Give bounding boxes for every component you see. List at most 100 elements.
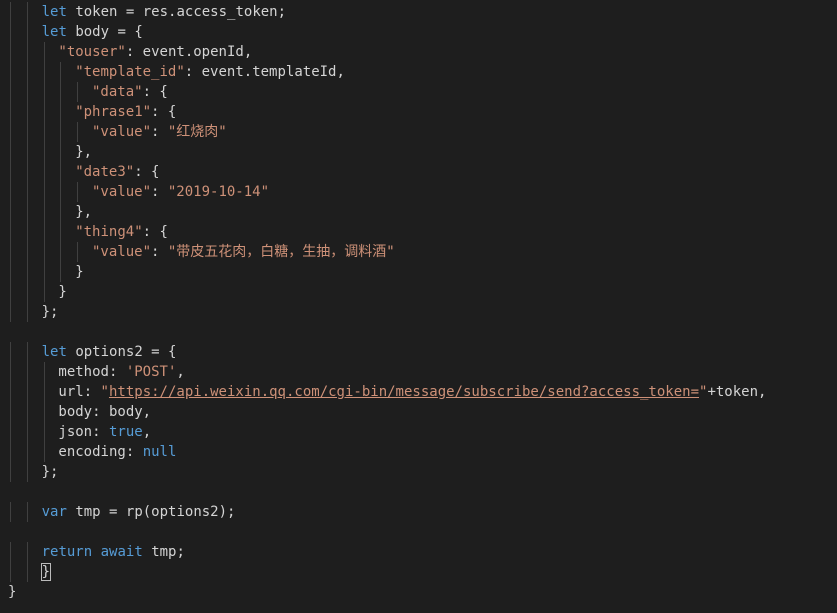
code-line[interactable]: };: [42, 462, 59, 482]
indent-guide: [43, 382, 45, 402]
code-line[interactable]: let options2 = {: [42, 342, 177, 362]
indent-guide: [43, 162, 45, 182]
indent-guide: [26, 542, 28, 562]
code-token: : event.openId,: [125, 44, 253, 60]
code-line[interactable]: },: [75, 142, 92, 162]
indent-guide: [26, 202, 28, 222]
indent-guide: [26, 442, 28, 462]
code-editor[interactable]: let token = res.access_token; let body = …: [0, 0, 837, 613]
indent-guide: [10, 562, 11, 582]
indent-guide: [10, 462, 11, 482]
indent-guide: [10, 102, 11, 122]
code-line[interactable]: encoding: null: [58, 442, 176, 462]
indent-guide: [43, 222, 45, 242]
indent-guide: [10, 542, 11, 562]
code-token: method: [58, 364, 109, 380]
indent-guide: [26, 462, 28, 482]
code-line[interactable]: url: "https://api.weixin.qq.com/cgi-bin/…: [58, 382, 766, 402]
indent-guide: [43, 142, 45, 162]
code-token: }: [75, 264, 84, 280]
code-line[interactable]: }: [58, 282, 66, 302]
code-token: token = res.access_token;: [66, 4, 287, 20]
indent-guide: [60, 182, 62, 202]
code-token: true: [108, 424, 143, 440]
code-line[interactable]: var tmp = rp(options2);: [42, 502, 236, 522]
indent-guide: [10, 142, 11, 162]
code-token: body: [58, 404, 93, 420]
indent-guide: [10, 442, 11, 462]
indent-guide: [77, 82, 79, 102]
indent-guide: [26, 362, 28, 382]
code-line[interactable]: method: 'POST',: [58, 362, 184, 382]
indent-guide: [77, 182, 79, 202]
code-line[interactable]: return await tmp;: [42, 542, 185, 562]
code-line[interactable]: let token = res.access_token;: [42, 2, 286, 22]
code-line[interactable]: "value": "带皮五花肉，白糖，生抽，调料酒": [92, 242, 395, 262]
indent-guide: [10, 502, 11, 522]
indent-guide: [26, 262, 28, 282]
code-line[interactable]: "date3": {: [75, 162, 159, 182]
indent-guide: [26, 502, 28, 522]
code-token: ,: [176, 364, 185, 380]
indent-guide: [26, 342, 28, 362]
code-token: };: [41, 464, 59, 480]
code-token: "value": [92, 184, 152, 200]
indent-guide: [26, 82, 28, 102]
indent-guide: [43, 202, 45, 222]
code-line[interactable]: "touser": event.openId,: [58, 42, 252, 62]
code-token: }: [8, 584, 17, 600]
code-token: return: [41, 544, 93, 560]
code-token: "红烧肉": [167, 124, 227, 140]
code-line[interactable]: "value": "2019-10-14": [92, 182, 269, 202]
indent-guide: [10, 362, 11, 382]
indent-guide: [10, 122, 11, 142]
code-token: "data": [92, 84, 143, 100]
code-line[interactable]: body: body,: [58, 402, 151, 422]
code-line[interactable]: }: [8, 582, 16, 602]
indent-guide: [60, 202, 62, 222]
code-line[interactable]: }: [40, 562, 52, 582]
indent-guide: [43, 62, 45, 82]
code-line[interactable]: };: [42, 302, 59, 322]
indent-guide: [60, 62, 62, 82]
indent-guide: [10, 222, 11, 242]
code-line[interactable]: json: true,: [58, 422, 151, 442]
code-token: : {: [151, 104, 177, 120]
code-line[interactable]: "phrase1": {: [75, 102, 176, 122]
code-line[interactable]: }: [75, 262, 83, 282]
code-line[interactable]: "thing4": {: [75, 222, 168, 242]
indent-guide: [10, 262, 11, 282]
code-token: :: [151, 124, 168, 140]
code-line[interactable]: },: [75, 202, 92, 222]
indent-guide: [43, 182, 45, 202]
code-token: json: [58, 424, 93, 440]
indent-guide: [26, 62, 28, 82]
code-token: await: [100, 544, 143, 560]
code-token: body = {: [66, 24, 143, 40]
indent-guide: [26, 42, 28, 62]
code-token: var: [41, 504, 67, 520]
indent-guide: [26, 242, 28, 262]
indent-guide: [26, 222, 28, 242]
indent-guide: [60, 222, 62, 242]
code-line[interactable]: "data": {: [92, 82, 168, 102]
code-token: :: [125, 444, 143, 460]
code-token: tmp = rp(options2);: [66, 504, 236, 520]
code-token: tmp;: [142, 544, 185, 560]
indent-guide: [77, 122, 79, 142]
code-token: let: [41, 344, 67, 360]
indent-guide: [26, 282, 28, 302]
indent-guide: [10, 202, 11, 222]
indent-guide: [60, 142, 62, 162]
indent-guide: [10, 282, 11, 302]
code-line[interactable]: "value": "红烧肉": [92, 122, 227, 142]
code-line[interactable]: let body = {: [42, 22, 143, 42]
code-token: url: [58, 384, 84, 400]
indent-guide: [43, 242, 45, 262]
code-line[interactable]: "template_id": event.templateId,: [75, 62, 345, 82]
code-token: :: [92, 424, 109, 440]
code-token: };: [41, 304, 59, 320]
code-token: "date3": [75, 164, 135, 180]
indent-guide: [43, 82, 45, 102]
